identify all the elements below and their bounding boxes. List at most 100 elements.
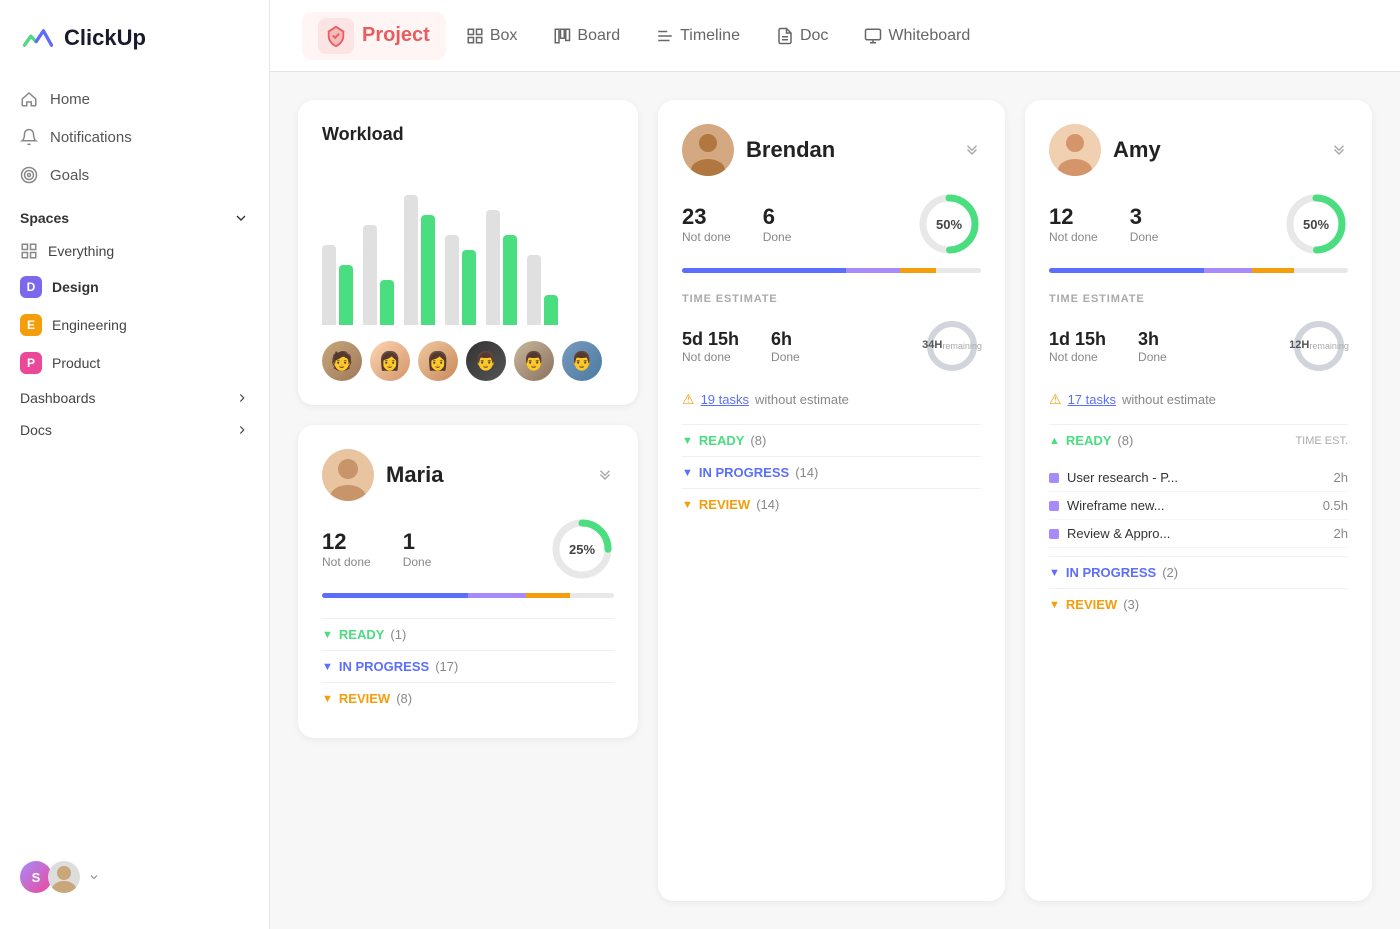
task-dot-1 [1049,473,1059,483]
sidebar-item-dashboards[interactable]: Dashboards [0,382,269,414]
amy-time-estimate: TIME ESTIMATE 1d 15h Not done 3h Done [1049,293,1348,375]
maria-not-done-num: 12 [322,529,371,555]
brendan-not-done-label: Not done [682,230,731,244]
maria-avatar-img [322,449,374,501]
maria-multibar [322,593,614,598]
whiteboard-icon [864,27,882,45]
engineering-label: Engineering [52,317,127,333]
brendan-expand-icon[interactable] [963,139,981,162]
maria-info: Maria [322,449,443,501]
maria-review-label: REVIEW [339,691,390,706]
amy-not-done-label: Not done [1049,230,1098,244]
brendan-warning-tasks[interactable]: 19 tasks [701,392,749,407]
maria-done: 1 Done [403,529,432,569]
maria-expand-icon[interactable] [596,464,614,487]
right-columns: Brendan 23 Not done 6 Done [658,100,1372,901]
brendan-te-row: 5d 15h Not done 6h Done [682,317,981,375]
bar-group-4 [445,235,476,325]
chevron-down-small-icon[interactable] [88,871,100,883]
amy-done: 3 Done [1130,204,1159,244]
nav-box[interactable]: Box [450,21,534,51]
brendan-section-ready[interactable]: ▼ READY (8) [682,424,981,456]
maria-ready-label: READY [339,627,385,642]
maria-review-count: (8) [396,691,412,706]
brendan-inprogress-left: ▼ IN PROGRESS (14) [682,465,818,480]
amy-not-done: 12 Not done [1049,204,1098,244]
doc-label: Doc [800,27,828,45]
project-label: Project [362,24,430,47]
multibar-yellow [526,593,570,598]
goals-icon [20,166,38,184]
workload-avatar-4: 👨 [466,341,506,381]
box-icon [466,27,484,45]
dashboards-label: Dashboards [20,390,96,406]
maria-name: Maria [386,462,443,488]
brendan-done-label: Done [763,230,792,244]
amy-done-label: Done [1130,230,1159,244]
amy-section-inprogress[interactable]: ▼ IN PROGRESS (2) [1049,556,1348,588]
amy-percent: 50% [1284,192,1348,256]
maria-not-done-label: Not done [322,555,371,569]
maria-section-review[interactable]: ▼ REVIEW (8) [322,682,614,714]
amy-section-review[interactable]: ▼ REVIEW (3) [1049,588,1348,620]
maria-section-inprogress[interactable]: ▼ IN PROGRESS (17) [322,650,614,682]
maria-review-left: ▼ REVIEW (8) [322,691,412,706]
brendan-review-left: ▼ REVIEW (14) [682,497,779,512]
brendan-section-inprogress[interactable]: ▼ IN PROGRESS (14) [682,456,981,488]
brendan-ready-arrow: ▼ [682,435,693,447]
amy-task-list: User research - P... 2h Wireframe new...… [1049,464,1348,548]
sidebar: ClickUp Home Notifications Goals Spaces … [0,0,270,929]
engineering-badge: E [20,314,42,336]
bar-group-6 [527,255,558,325]
sidebar-item-home[interactable]: Home [0,80,269,118]
sidebar-item-engineering[interactable]: E Engineering [0,306,269,344]
amy-warning-tasks[interactable]: 17 tasks [1068,392,1116,407]
logo-text: ClickUp [64,25,146,51]
task-item-3[interactable]: Review & Appro... 2h [1049,520,1348,548]
sidebar-item-everything[interactable]: Everything [0,234,269,268]
maria-section-ready[interactable]: ▼ READY (1) [322,618,614,650]
workload-avatar-6: 👨 [562,341,602,381]
workload-avatar-2: 👩 [370,341,410,381]
amy-expand-icon[interactable] [1330,139,1348,162]
amy-done-num: 3 [1130,204,1159,230]
maria-done-label: Done [403,555,432,569]
amy-te-donut: 12H remaining [1290,317,1348,375]
task-item-2[interactable]: Wireframe new... 0.5h [1049,492,1348,520]
brendan-review-label: REVIEW [699,497,750,512]
amy-warning: ⚠ 17 tasks without estimate [1049,391,1348,408]
maria-inprogress-count: (17) [435,659,458,674]
task-dot-3 [1049,529,1059,539]
brendan-section-review[interactable]: ▼ REVIEW (14) [682,488,981,520]
nav-board[interactable]: Board [537,21,636,51]
user-avatar-2[interactable] [48,861,80,893]
board-label: Board [577,27,620,45]
brendan-multibar-purple [846,268,900,273]
sidebar-bottom: S [0,845,269,909]
design-label: Design [52,279,99,295]
nav-project-active[interactable]: Project [302,12,446,60]
task-item-1[interactable]: User research - P... 2h [1049,464,1348,492]
workload-chart [322,165,614,325]
nav-timeline[interactable]: Timeline [640,21,756,51]
bell-icon [20,128,38,146]
brendan-inprogress-label: IN PROGRESS [699,465,789,480]
sidebar-item-goals[interactable]: Goals [0,156,269,194]
nav-doc[interactable]: Doc [760,21,844,51]
sidebar-item-docs[interactable]: Docs [0,414,269,446]
sidebar-item-product[interactable]: P Product [0,344,269,382]
workload-card: Workload [298,100,638,405]
amy-section-ready[interactable]: ▲ READY (8) TIME EST. [1049,424,1348,456]
amy-multibar-purple [1204,268,1252,273]
sidebar-item-notifications[interactable]: Notifications [0,118,269,156]
nav-whiteboard[interactable]: Whiteboard [848,21,986,51]
amy-inprogress-left: ▼ IN PROGRESS (2) [1049,565,1178,580]
multibar-blue [322,593,468,598]
project-icon-box [318,18,354,54]
amy-te-total-num: 12H [1289,339,1309,352]
bar-green [421,215,435,325]
avatar-s-letter: S [32,870,41,885]
amy-ready-label: READY [1066,433,1112,448]
spaces-header[interactable]: Spaces [0,194,269,234]
sidebar-item-design[interactable]: D Design [0,268,269,306]
